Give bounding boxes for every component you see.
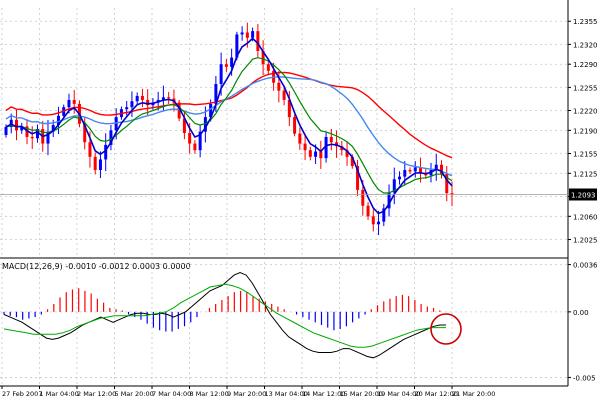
macd-title: MACD(12,26,9) -0.0010 -0.0012 0.0003 0.0… (2, 262, 191, 271)
macd-y-tick-label: 0.0036 (573, 262, 598, 270)
main-y-tick-label: 1.2025 (573, 236, 598, 244)
candle-body (93, 156, 97, 171)
chart-background (0, 0, 600, 400)
candle-body (72, 99, 76, 104)
x-tick-label: 7 Mar 04:00 (152, 390, 191, 398)
candle-body (130, 101, 134, 108)
candle-body (293, 117, 297, 134)
main-y-tick-label: 1.2125 (573, 170, 598, 178)
candle-body (125, 107, 129, 110)
candle-body (219, 64, 223, 85)
macd-y-tick-label: -0.005 (573, 374, 596, 382)
candle-body (377, 221, 381, 225)
candle-body (14, 119, 18, 131)
candle-body (67, 99, 71, 108)
main-y-tick-label: 1.2255 (573, 84, 598, 92)
candle (293, 114, 297, 137)
candle-body (314, 151, 318, 157)
chart-svg: MACD(12,26,9) -0.0010 -0.0012 0.0003 0.0… (0, 0, 600, 400)
candle-body (230, 57, 234, 67)
candle-body (282, 90, 286, 100)
candle-body (30, 136, 34, 139)
x-tick-label: 27 Feb 2007 (2, 390, 42, 398)
chart-window: MACD(12,26,9) -0.0010 -0.0012 0.0003 0.0… (0, 0, 600, 400)
candle-body (167, 97, 171, 99)
candle-body (408, 170, 412, 172)
current-price-label: 1.2093 (571, 191, 596, 199)
candle-body (403, 170, 407, 177)
main-y-tick-label: 1.2290 (573, 61, 598, 69)
candle-body (240, 32, 244, 35)
candle-body (413, 167, 417, 172)
candle-body (135, 95, 139, 102)
candle-body (88, 142, 92, 157)
candle-body (98, 159, 102, 171)
candle-body (298, 133, 302, 144)
candle-body (361, 189, 365, 206)
main-y-tick-label: 1.2320 (573, 41, 598, 49)
candle-body (366, 205, 370, 217)
candle-body (371, 216, 375, 225)
main-y-tick-label: 1.2355 (573, 18, 598, 26)
main-y-tick-label: 1.2155 (573, 150, 598, 158)
candle-body (398, 176, 402, 180)
x-tick-label: 5 Mar 20:00 (115, 390, 154, 398)
x-tick-label: 8 Mar 12:00 (190, 390, 229, 398)
x-tick-label: 2 Mar 12:00 (77, 390, 116, 398)
x-tick-label: 1 Mar 04:00 (40, 390, 79, 398)
main-y-tick-label: 1.2060 (573, 213, 598, 221)
main-y-tick-label: 1.2190 (573, 127, 598, 135)
x-tick-label: 21 Mar 20:00 (452, 390, 495, 398)
main-y-tick-label: 1.2220 (573, 108, 598, 116)
candle-body (224, 64, 228, 67)
candle-body (277, 82, 281, 91)
candle-body (308, 150, 312, 157)
candle-body (266, 64, 270, 71)
candle-body (4, 127, 8, 135)
candle-body (251, 31, 255, 38)
candle-body (256, 31, 260, 51)
candle-body (245, 32, 249, 38)
x-tick-label: 9 Mar 20:00 (227, 390, 266, 398)
candle-body (188, 132, 192, 144)
candle-body (193, 143, 197, 151)
candle-body (329, 136, 333, 143)
candle-body (319, 151, 323, 159)
macd-y-tick-label: 0.00 (573, 309, 589, 317)
candle-body (140, 95, 144, 100)
candle-body (303, 143, 307, 151)
